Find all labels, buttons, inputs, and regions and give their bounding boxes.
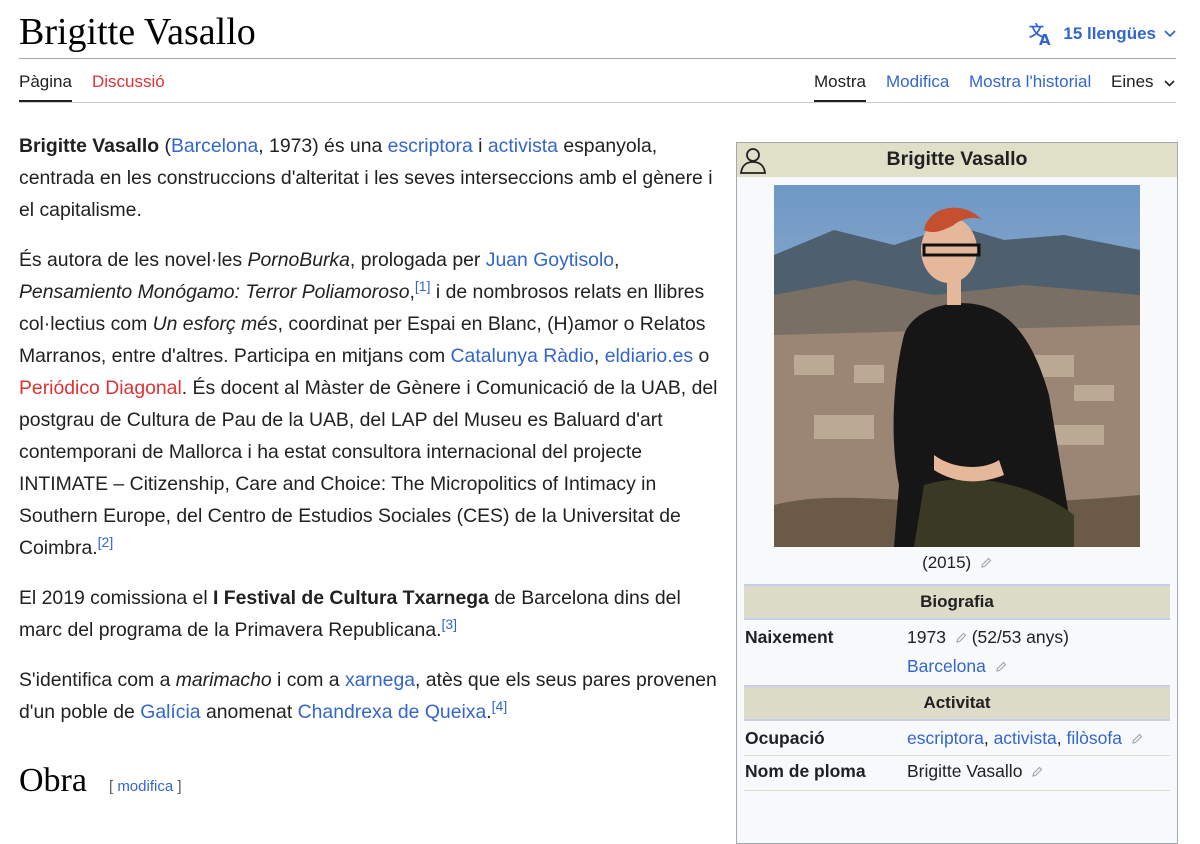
link-activista[interactable]: activista bbox=[488, 135, 558, 157]
value-nom-de-ploma: Brigitte Vasallo bbox=[907, 761, 1043, 783]
tab-talk[interactable]: Discussió bbox=[92, 72, 165, 100]
reference-2[interactable]: [2] bbox=[98, 534, 114, 550]
image-caption: (2015) bbox=[737, 553, 1177, 574]
link-catalunya-radio[interactable]: Catalunya Ràdio bbox=[451, 345, 594, 367]
reference-1[interactable]: [1] bbox=[415, 278, 431, 294]
section-edit-link[interactable]: modifica bbox=[117, 778, 173, 795]
book-title: Pensamiento Monógamo: Terror Poliamoroso bbox=[19, 281, 410, 303]
link-escriptora[interactable]: escriptora bbox=[388, 135, 473, 157]
tab-page[interactable]: Pàgina bbox=[19, 72, 72, 102]
pencil-icon[interactable] bbox=[1031, 762, 1043, 783]
paragraph-identity: S'identifica com a marimacho i com a xar… bbox=[19, 669, 717, 723]
section-header-activitat: Activitat bbox=[744, 685, 1170, 721]
paragraph-works: És autora de les novel·les PornoBurka, p… bbox=[19, 249, 718, 559]
link-juan-goytisolo[interactable]: Juan Goytisolo bbox=[486, 249, 614, 271]
reference-3[interactable]: [3] bbox=[442, 616, 458, 632]
section-title: Obra bbox=[19, 762, 87, 799]
chevron-down-icon bbox=[1164, 30, 1176, 38]
subject-name: Brigitte Vasallo bbox=[19, 135, 160, 157]
page-title: Brigitte Vasallo bbox=[19, 11, 256, 53]
tabs-divider bbox=[19, 102, 1176, 103]
link-eldiario[interactable]: eldiario.es bbox=[605, 345, 693, 367]
label-nom-de-ploma: Nom de ploma bbox=[745, 761, 866, 781]
label-ocupacio: Ocupació bbox=[745, 728, 825, 748]
page-tabs: Pàgina Discussió Mostra Modifica Mostra … bbox=[19, 72, 1176, 104]
translate-icon: 文 A bbox=[1029, 22, 1055, 46]
row-divider bbox=[744, 790, 1170, 791]
book-title: PornoBurka bbox=[247, 249, 350, 271]
article-body: Brigitte Vasallo (Barcelona, 1973) és un… bbox=[19, 130, 721, 746]
svg-text:A: A bbox=[1039, 31, 1051, 46]
link-xarnega[interactable]: xarnega bbox=[345, 669, 415, 691]
link-chandrexa-de-queixa[interactable]: Chandrexa de Queixa bbox=[298, 701, 487, 723]
person-icon bbox=[739, 146, 767, 185]
value-naixement-year: 1973 (52/53 anys) bbox=[907, 627, 1069, 649]
section-header-biografia: Biografia bbox=[744, 584, 1170, 620]
paragraph-festival: El 2019 comissiona el I Festival de Cult… bbox=[19, 587, 681, 641]
paragraph-intro: Brigitte Vasallo (Barcelona, 1973) és un… bbox=[19, 135, 713, 221]
redlink-periodico-diagonal[interactable]: Periódico Diagonal bbox=[19, 377, 182, 399]
link-filosofa-infobox[interactable]: filòsofa bbox=[1067, 728, 1122, 748]
title-divider bbox=[19, 58, 1176, 59]
portrait-photo[interactable] bbox=[774, 185, 1140, 547]
pencil-icon[interactable] bbox=[995, 657, 1007, 678]
link-activista-infobox[interactable]: activista bbox=[994, 728, 1057, 748]
reference-4[interactable]: [4] bbox=[492, 698, 508, 714]
link-barcelona-infobox[interactable]: Barcelona bbox=[907, 656, 986, 676]
pencil-icon[interactable] bbox=[1131, 729, 1143, 750]
tab-read[interactable]: Mostra bbox=[814, 72, 866, 102]
festival-name: I Festival de Cultura Txarnega bbox=[213, 587, 489, 609]
row-divider bbox=[744, 755, 1170, 756]
tab-edit[interactable]: Modifica bbox=[886, 72, 949, 100]
pencil-icon[interactable] bbox=[955, 628, 967, 649]
link-galicia[interactable]: Galícia bbox=[140, 701, 200, 723]
tab-history[interactable]: Mostra l'historial bbox=[969, 72, 1091, 100]
language-selector-button[interactable]: 文 A 15 llengües bbox=[1029, 22, 1176, 46]
pencil-icon[interactable] bbox=[980, 554, 992, 574]
book-title: Un esforç més bbox=[152, 313, 278, 335]
section-edit: [ modifica ] bbox=[108, 778, 182, 795]
link-barcelona[interactable]: Barcelona bbox=[171, 135, 258, 157]
value-naixement-place: Barcelona bbox=[907, 656, 1007, 678]
value-ocupacio: escriptora, activista, filòsofa bbox=[907, 728, 1143, 750]
infobox: Brigitte Vasallo (2015) Biografia Naixem… bbox=[736, 142, 1178, 844]
section-heading-obra: Obra [ modifica ] bbox=[19, 762, 182, 800]
italic-term: marimacho bbox=[175, 669, 272, 691]
infobox-title: Brigitte Vasallo bbox=[737, 143, 1177, 177]
language-count-label: 15 llengües bbox=[1063, 24, 1156, 43]
chevron-down-icon bbox=[1164, 72, 1175, 91]
link-escriptora-infobox[interactable]: escriptora bbox=[907, 728, 984, 748]
label-naixement: Naixement bbox=[745, 627, 834, 647]
tools-menu[interactable]: Eines bbox=[1111, 72, 1175, 100]
tools-label: Eines bbox=[1111, 72, 1154, 91]
